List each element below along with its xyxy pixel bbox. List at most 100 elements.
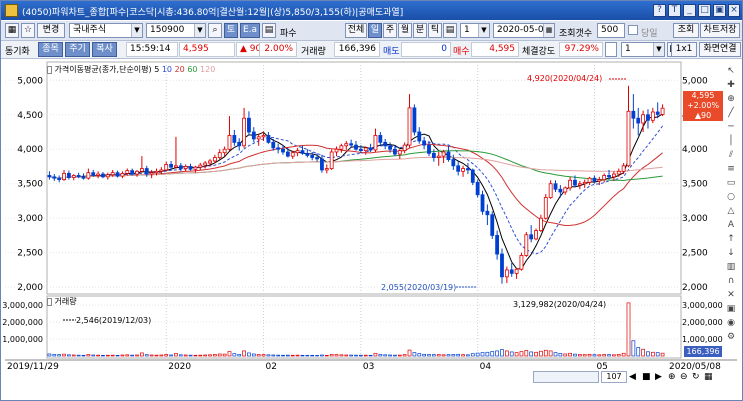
period-month-button[interactable]: 월	[398, 23, 412, 38]
period-week-button[interactable]: 주	[383, 23, 397, 38]
strength-label: 체결강도	[522, 47, 556, 57]
page-value: 1	[625, 44, 631, 54]
candle-body	[641, 114, 646, 124]
zoom-icon[interactable]: ⊕	[724, 93, 738, 105]
arrow-down-icon[interactable]: ↓	[724, 247, 738, 259]
code-input[interactable]: 150900 ▼	[146, 23, 206, 38]
period-count-select[interactable]: 1 ▼	[460, 23, 490, 38]
minimize-button[interactable]: _	[683, 4, 696, 17]
circle-icon[interactable]: ○	[724, 191, 738, 203]
high-annotation: 4,920(2020/04/24)	[527, 74, 603, 83]
parallel-lines-icon[interactable]: ⫽	[724, 149, 738, 161]
candle-body	[57, 177, 62, 180]
volume-bar	[67, 354, 71, 357]
trendline-icon[interactable]: ╱	[724, 107, 738, 119]
lookup-button[interactable]: 조회	[673, 23, 699, 38]
pin-icon[interactable]: T	[668, 4, 681, 17]
toh-button[interactable]: 토	[224, 23, 238, 38]
candle-body	[631, 110, 636, 119]
maximize-button[interactable]: ▣	[713, 4, 726, 17]
change-button[interactable]: 변경	[37, 23, 65, 38]
candle-body	[500, 253, 504, 278]
ea-button[interactable]: E.a	[240, 23, 260, 38]
screen-link-button[interactable]: 화면연결	[699, 42, 741, 57]
candle-body	[144, 168, 149, 175]
candle-body	[368, 147, 373, 151]
volume-bar	[441, 354, 446, 357]
stop-icon[interactable]: ■	[642, 371, 653, 383]
tab-stock[interactable]: 종목	[38, 42, 63, 57]
cursor-icon[interactable]: ↖	[724, 65, 738, 77]
volume-bar	[334, 354, 339, 357]
volume-bar	[198, 354, 203, 357]
candle-body	[383, 141, 388, 147]
info-icon[interactable]: ▤	[262, 23, 276, 38]
panel-handle-icon[interactable]	[47, 65, 52, 74]
ma5-line	[49, 113, 663, 270]
scroll-count[interactable]: 107	[601, 371, 627, 383]
lock-icon[interactable]: ▣	[724, 303, 738, 315]
horizontal-line-icon[interactable]: ─	[724, 121, 738, 133]
candle-body	[52, 176, 57, 179]
count-input[interactable]: 500	[597, 23, 625, 38]
chart-save-button[interactable]: 차트저장	[700, 23, 740, 38]
period-all-button[interactable]: 전체	[345, 23, 367, 38]
refresh-icon[interactable]: ↻	[692, 371, 703, 383]
magnet-icon[interactable]: ∩	[724, 275, 738, 287]
eraser-icon[interactable]: ✕	[724, 289, 738, 301]
volume-bar	[232, 353, 237, 357]
zoom-button[interactable]: 1x1	[671, 42, 697, 57]
market-select[interactable]: 국내주식 ▼	[69, 23, 143, 38]
append-checkbox[interactable]	[628, 25, 638, 35]
horizontal-scrollbar[interactable]	[533, 371, 599, 383]
candle-body	[349, 143, 354, 146]
triangle-icon[interactable]: △	[724, 205, 738, 217]
search-icon[interactable]: ⌕	[208, 23, 222, 38]
candle-body	[490, 214, 495, 236]
grid-icon[interactable]: ▦	[5, 23, 19, 38]
time-value: 15:59:14	[126, 42, 178, 57]
volume-bar	[641, 348, 645, 357]
candle-body	[91, 172, 96, 176]
crosshair-icon[interactable]: ✚	[724, 79, 738, 91]
fibonacci-icon[interactable]: ≡	[724, 163, 738, 175]
tab-copy[interactable]: 복사	[92, 42, 117, 57]
settings-icon[interactable]: ⚙	[724, 331, 738, 343]
volume-bar	[149, 354, 154, 357]
scroll-left-icon[interactable]: ◀	[629, 371, 640, 383]
zoom-in-icon[interactable]: ⊕	[668, 371, 679, 383]
tab-period[interactable]: 주기	[65, 42, 90, 57]
fit-icon[interactable]: ▦	[704, 371, 715, 383]
ruler-icon[interactable]: ▥	[724, 261, 738, 273]
candle-body	[174, 165, 178, 168]
period-tick-button[interactable]: 틱	[428, 23, 442, 38]
text-icon[interactable]: A	[724, 219, 738, 231]
candle-body	[412, 107, 417, 133]
axis-labels: 5,0005,0004,5004,5004,0004,0003,5003,500…	[2, 76, 722, 372]
scroll-right-icon[interactable]: ▶	[655, 371, 666, 383]
volume-bar	[144, 354, 149, 357]
restore-button[interactable]: □	[698, 4, 711, 17]
arrow-up-icon[interactable]: ↑	[724, 233, 738, 245]
candle-body	[183, 166, 188, 169]
zoom-out-icon[interactable]: ⊖	[680, 371, 691, 383]
period-settings-icon[interactable]: ▤	[443, 23, 457, 38]
volume-bar	[101, 354, 105, 357]
rectangle-icon[interactable]: ▭	[724, 177, 738, 189]
candle-body	[422, 140, 427, 146]
period-minute-button[interactable]: 분	[413, 23, 427, 38]
eye-icon[interactable]: ◉	[724, 317, 738, 329]
candle-body	[305, 152, 310, 156]
panel-handle-icon[interactable]	[47, 297, 52, 306]
candle-body	[96, 173, 101, 176]
color-swatch[interactable]	[605, 42, 617, 57]
help-icon[interactable]: ?	[653, 4, 666, 17]
date-input[interactable]: 2020-05-08 ▦	[493, 23, 555, 38]
vertical-line-icon[interactable]: │	[724, 135, 738, 147]
candlestick-chart[interactable]: 5,0005,0004,5004,5004,0004,0003,5003,500…	[1, 60, 742, 401]
star-icon[interactable]: ☆	[21, 23, 35, 38]
period-day-button[interactable]: 일	[368, 23, 382, 38]
close-button[interactable]: ×	[728, 4, 740, 17]
page-select[interactable]: 1 ▼	[621, 42, 665, 57]
volume-bar	[393, 354, 397, 357]
